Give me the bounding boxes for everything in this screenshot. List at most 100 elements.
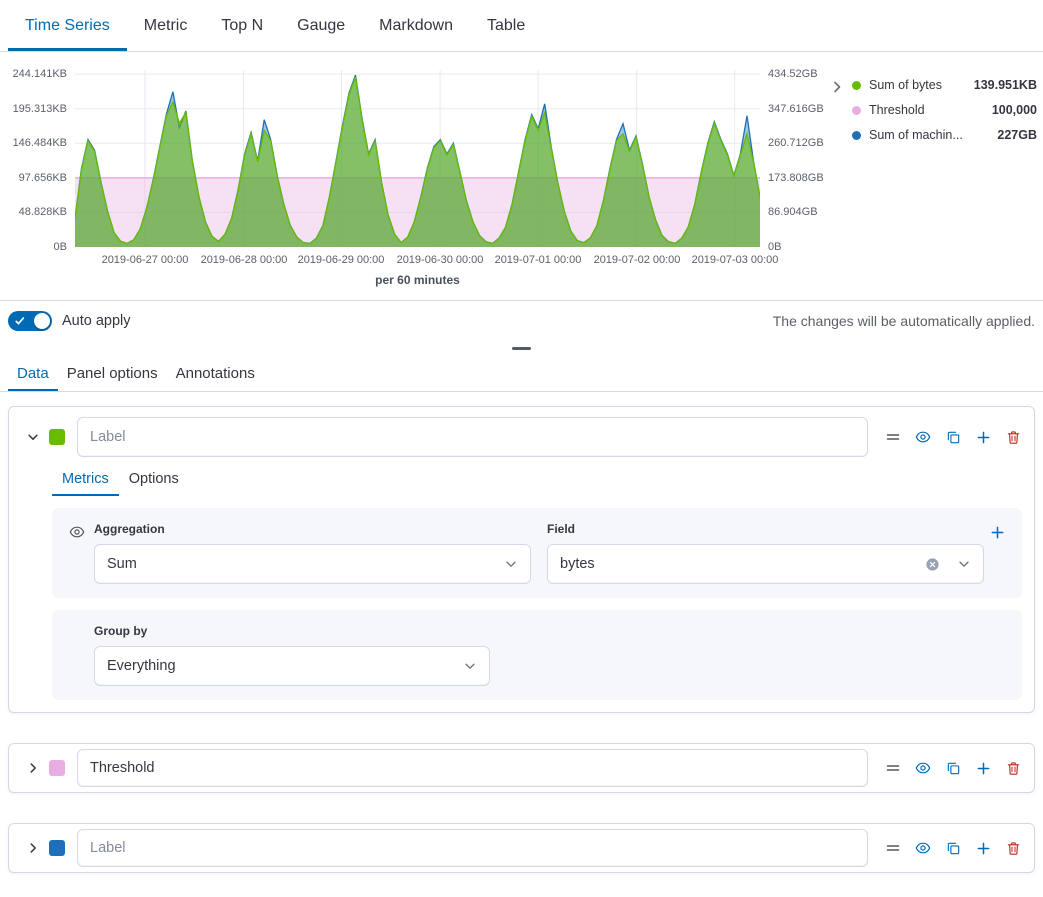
drag-handle-icon[interactable] (884, 759, 902, 777)
field-combobox[interactable]: bytes (547, 544, 984, 584)
tab-metrics[interactable]: Metrics (52, 465, 119, 496)
chart-legend: Sum of bytes 139.951KB Threshold 100,000… (829, 78, 1037, 153)
tab-gauge[interactable]: Gauge (280, 0, 362, 51)
chevron-down-icon (463, 659, 477, 673)
chevron-right-icon[interactable] (829, 79, 845, 95)
group-by-label: Group by (94, 624, 1006, 638)
axis-tick-label: 2019-06-28 00:00 (201, 253, 288, 267)
editor-tabs: Data Panel options Annotations (0, 355, 1043, 392)
eye-icon[interactable] (914, 428, 932, 446)
legend-item-threshold[interactable]: Threshold 100,000 (852, 103, 1037, 117)
timeseries-plot-area (75, 70, 760, 247)
timeseries-chart-panel: per 60 minutes Sum of bytes 139.951KB Th… (0, 52, 1043, 300)
auto-apply-row: Auto apply The changes will be automatic… (0, 301, 1043, 341)
group-by-select[interactable]: Everything (94, 646, 490, 686)
axis-tick-label: 434.52GB (768, 67, 818, 81)
plus-icon[interactable] (974, 839, 992, 857)
add-metric-plus-icon[interactable] (988, 523, 1006, 541)
axis-tick-label: 260.712GB (768, 136, 824, 150)
toggle-knob (34, 313, 50, 329)
x-axis-caption: per 60 minutes (75, 273, 760, 287)
series-panel-header (9, 744, 1034, 792)
plus-icon[interactable] (974, 759, 992, 777)
auto-apply-label: Auto apply (62, 313, 131, 329)
axis-tick-label: 173.808GB (768, 171, 824, 185)
eye-icon[interactable] (914, 839, 932, 857)
chevron-right-icon[interactable] (21, 836, 45, 860)
axis-tick-label: 244.141KB (0, 67, 67, 81)
axis-tick-label: 0B (768, 240, 781, 254)
tab-annotations[interactable]: Annotations (167, 355, 264, 391)
trash-icon[interactable] (1004, 839, 1022, 857)
tab-panel-options[interactable]: Panel options (58, 355, 167, 391)
legend-value: 139.951KB (974, 78, 1037, 92)
axis-tick-label: 347.616GB (768, 102, 824, 116)
tab-markdown[interactable]: Markdown (362, 0, 470, 51)
trash-icon[interactable] (1004, 428, 1022, 446)
chevron-down-icon (957, 557, 971, 571)
series-panel-3 (8, 823, 1035, 873)
series-color-swatch[interactable] (49, 760, 65, 776)
legend-item-sum-of-machine-ram[interactable]: Sum of machin... 227GB (852, 128, 1037, 142)
copy-icon[interactable] (944, 428, 962, 446)
legend-label: Sum of machin... (869, 128, 989, 142)
series-label-input[interactable] (77, 829, 868, 867)
check-icon (14, 315, 26, 327)
legend-label: Threshold (869, 103, 984, 117)
field-label: Field (547, 522, 984, 536)
series-label-input[interactable] (77, 749, 868, 787)
copy-icon[interactable] (944, 759, 962, 777)
plus-icon[interactable] (974, 428, 992, 446)
series-editor: Metrics Options Aggregation Sum (0, 392, 1043, 873)
axis-tick-label: 86.904GB (768, 205, 818, 219)
legend-dot (852, 81, 861, 90)
chevron-down-icon[interactable] (21, 425, 45, 449)
legend-value: 227GB (997, 128, 1037, 142)
axis-tick-label: 2019-06-27 00:00 (102, 253, 189, 267)
copy-icon[interactable] (944, 839, 962, 857)
visualization-type-tabs: Time Series Metric Top N Gauge Markdown … (0, 0, 1043, 52)
legend-item-sum-of-bytes[interactable]: Sum of bytes 139.951KB (852, 78, 1037, 92)
series-color-swatch[interactable] (49, 840, 65, 856)
series-panel-header (9, 824, 1034, 872)
aggregation-label: Aggregation (94, 522, 531, 536)
auto-apply-hint: The changes will be automatically applie… (773, 313, 1035, 329)
legend-dot (852, 106, 861, 115)
axis-tick-label: 2019-07-02 00:00 (594, 253, 681, 267)
tab-options[interactable]: Options (119, 465, 189, 496)
axis-tick-label: 146.484KB (0, 136, 67, 150)
panel-resize-handle[interactable] (0, 341, 1043, 355)
axis-tick-label: 2019-07-03 00:00 (692, 253, 779, 267)
chevron-down-icon (504, 557, 518, 571)
legend-label: Sum of bytes (869, 78, 966, 92)
series-label-input[interactable] (77, 417, 868, 457)
tab-top-n[interactable]: Top N (204, 0, 280, 51)
resize-grip-icon (512, 347, 531, 350)
tab-table[interactable]: Table (470, 0, 542, 51)
tab-time-series[interactable]: Time Series (8, 0, 127, 51)
series-panel-header (9, 407, 1034, 463)
axis-tick-label: 97.656KB (0, 171, 67, 185)
aggregation-select[interactable]: Sum (94, 544, 531, 584)
series-color-swatch[interactable] (49, 429, 65, 445)
series-panel-2 (8, 743, 1035, 793)
axis-tick-label: 2019-07-01 00:00 (495, 253, 582, 267)
clear-icon[interactable] (923, 555, 941, 573)
axis-tick-label: 195.313KB (0, 102, 67, 116)
drag-handle-icon[interactable] (884, 428, 902, 446)
group-by-row: Group by Everything (52, 610, 1022, 700)
drag-handle-icon[interactable] (884, 839, 902, 857)
eye-icon[interactable] (68, 523, 86, 541)
tab-data[interactable]: Data (8, 355, 58, 391)
axis-tick-label: 2019-06-29 00:00 (298, 253, 385, 267)
axis-tick-label: 48.828KB (0, 205, 67, 219)
metric-row: Aggregation Sum Field bytes (52, 508, 1022, 598)
auto-apply-toggle[interactable] (8, 311, 52, 331)
tab-metric[interactable]: Metric (127, 0, 205, 51)
series-sub-tabs: Metrics Options (52, 465, 1022, 496)
eye-icon[interactable] (914, 759, 932, 777)
trash-icon[interactable] (1004, 759, 1022, 777)
legend-dot (852, 131, 861, 140)
series-panel-1: Metrics Options Aggregation Sum (8, 406, 1035, 713)
chevron-right-icon[interactable] (21, 756, 45, 780)
